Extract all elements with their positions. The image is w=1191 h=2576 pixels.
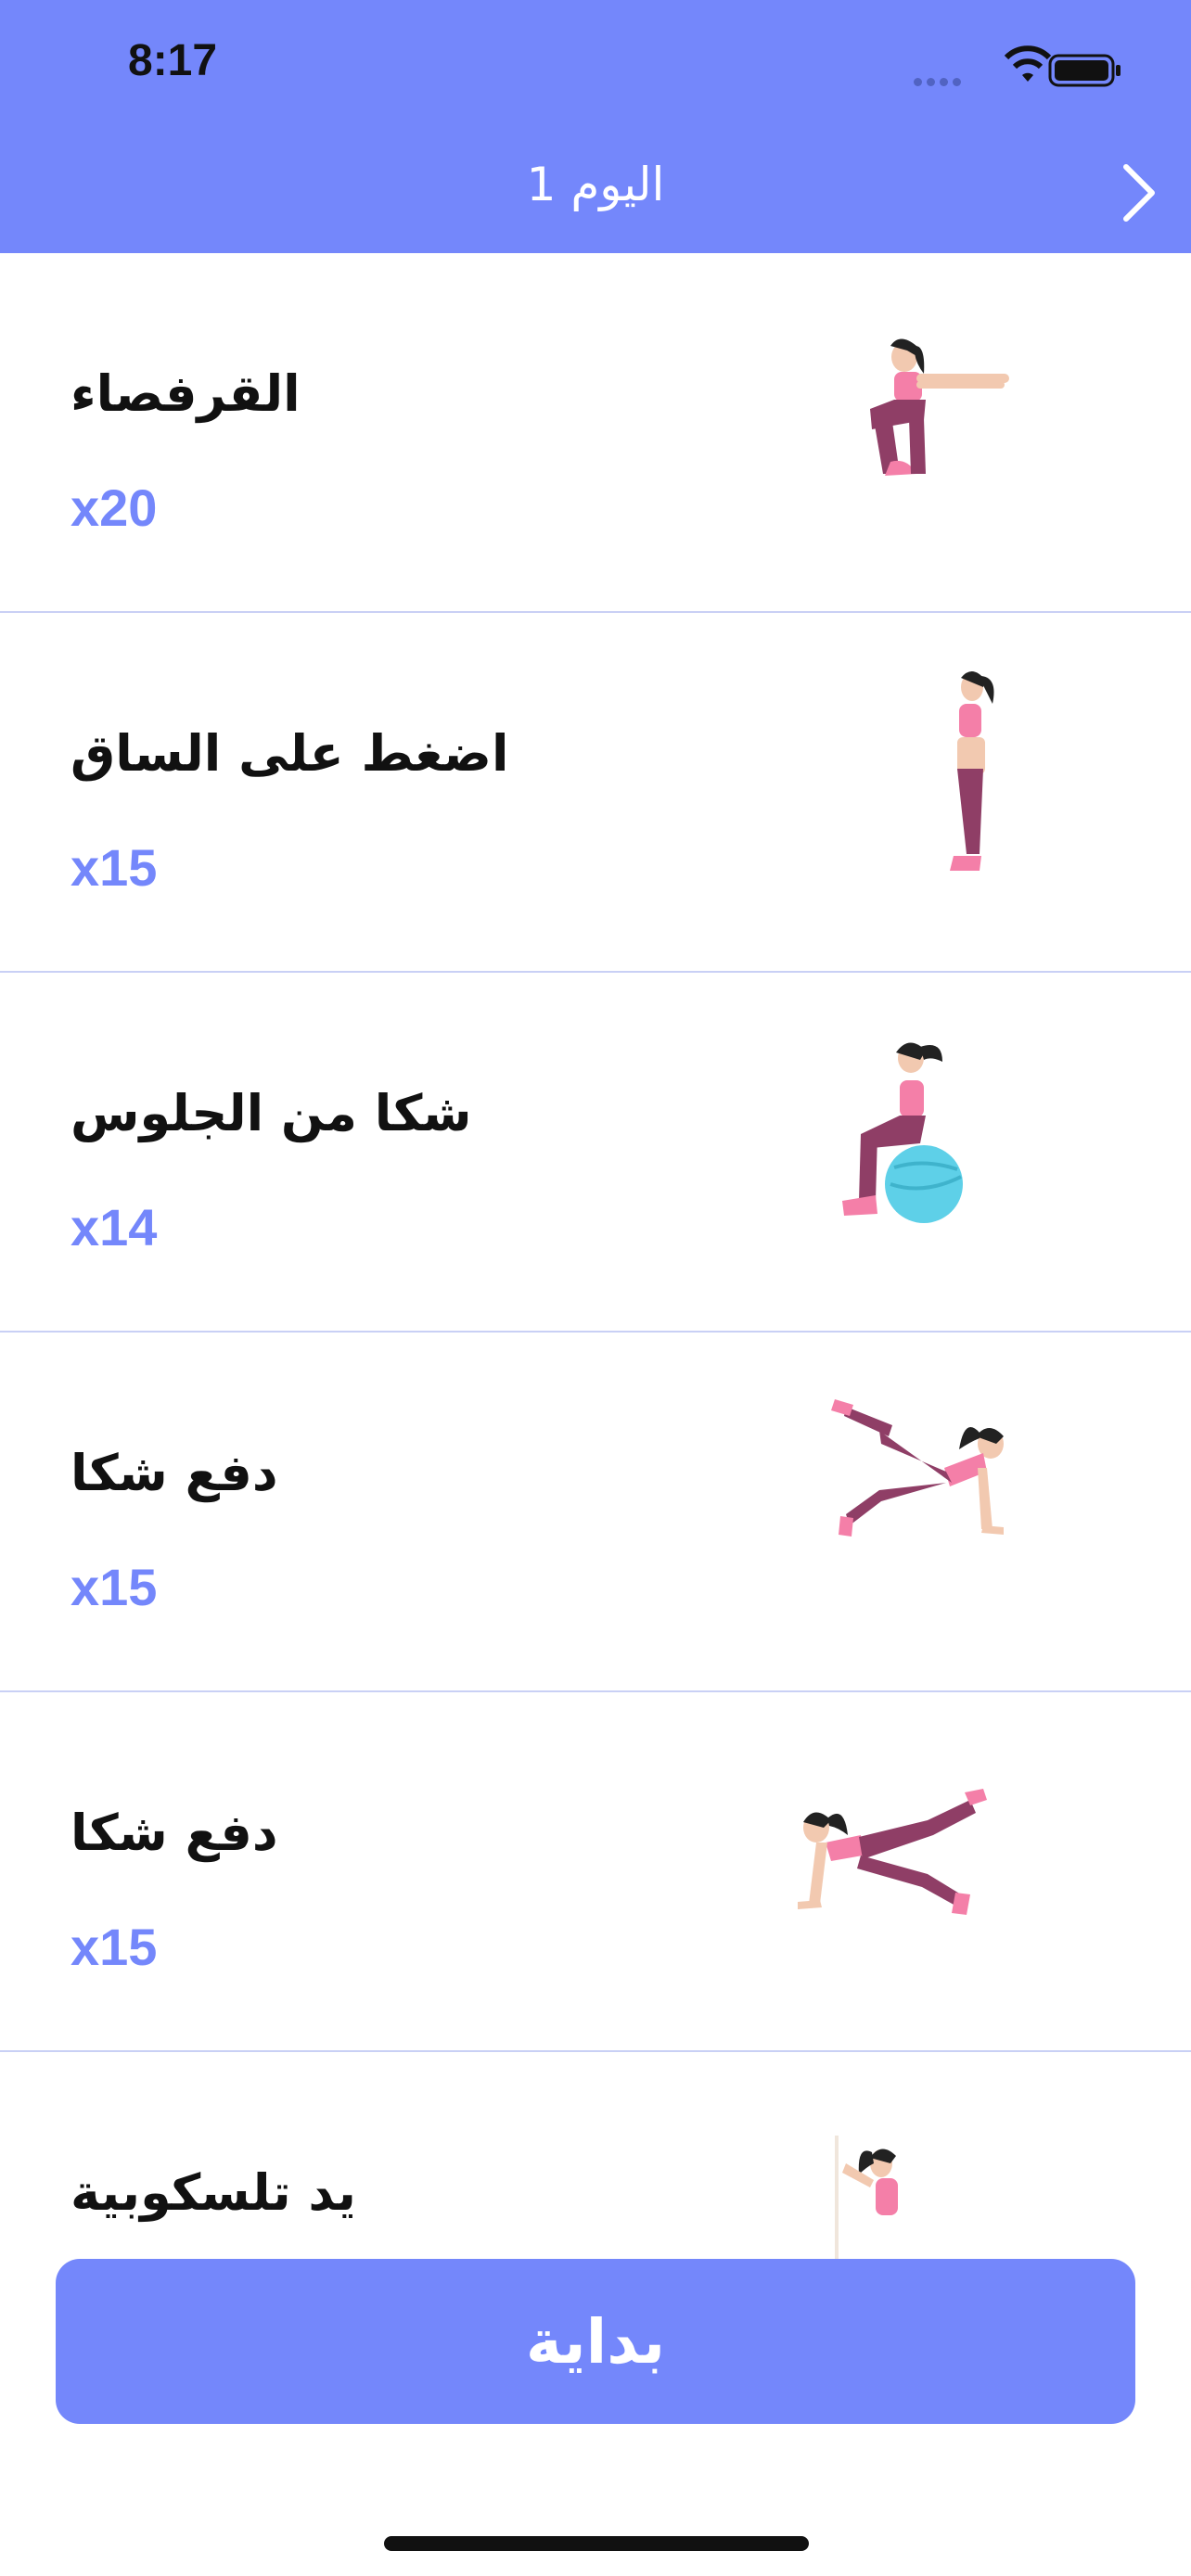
calf-raise-illustration xyxy=(950,670,994,871)
list-item[interactable]: القرفصاء x20 xyxy=(0,253,1191,613)
header-bar: 8:17 اليوم 1 xyxy=(0,0,1191,253)
page-title: اليوم 1 xyxy=(526,158,665,211)
home-indicator xyxy=(384,2536,809,2551)
wifi-icon xyxy=(1004,45,1052,82)
exercise-count: x20 xyxy=(70,478,158,537)
list-item[interactable]: دفع شكا x15 xyxy=(0,1692,1191,2052)
start-button[interactable]: بداية xyxy=(56,2259,1135,2424)
exercise-name: يد تلسكوبية xyxy=(70,2163,356,2222)
seated-ball-illustration xyxy=(842,1042,963,1223)
exercise-name: اضغط على الساق xyxy=(70,724,509,783)
battery-icon xyxy=(1048,54,1121,87)
list-item[interactable]: شكا من الجلوس x14 xyxy=(0,973,1191,1333)
exercise-count: x14 xyxy=(70,1198,158,1256)
exercise-count: x15 xyxy=(70,838,158,897)
status-time: 8:17 xyxy=(128,36,218,85)
plank-kickback-left-illustration xyxy=(831,1399,1004,1537)
exercise-list: القرفصاء x20 اضغط على الساق x15 شكا من ا… xyxy=(0,253,1191,2412)
exercise-count: x15 xyxy=(70,1918,158,1976)
list-item[interactable]: دفع شكا x15 xyxy=(0,1333,1191,1692)
exercise-name: دفع شكا xyxy=(70,1804,278,1862)
squat-illustration xyxy=(870,338,1009,476)
exercise-name: القرفصاء xyxy=(70,364,301,423)
signal-icon xyxy=(914,72,966,90)
exercise-name: دفع شكا xyxy=(70,1444,278,1502)
exercise-count: x15 xyxy=(70,1558,158,1616)
chevron-right-icon[interactable] xyxy=(1121,163,1158,223)
plank-kickback-right-illustration xyxy=(798,1789,987,1915)
exercise-name: شكا من الجلوس xyxy=(70,1084,472,1142)
list-item[interactable]: اضغط على الساق x15 xyxy=(0,613,1191,973)
